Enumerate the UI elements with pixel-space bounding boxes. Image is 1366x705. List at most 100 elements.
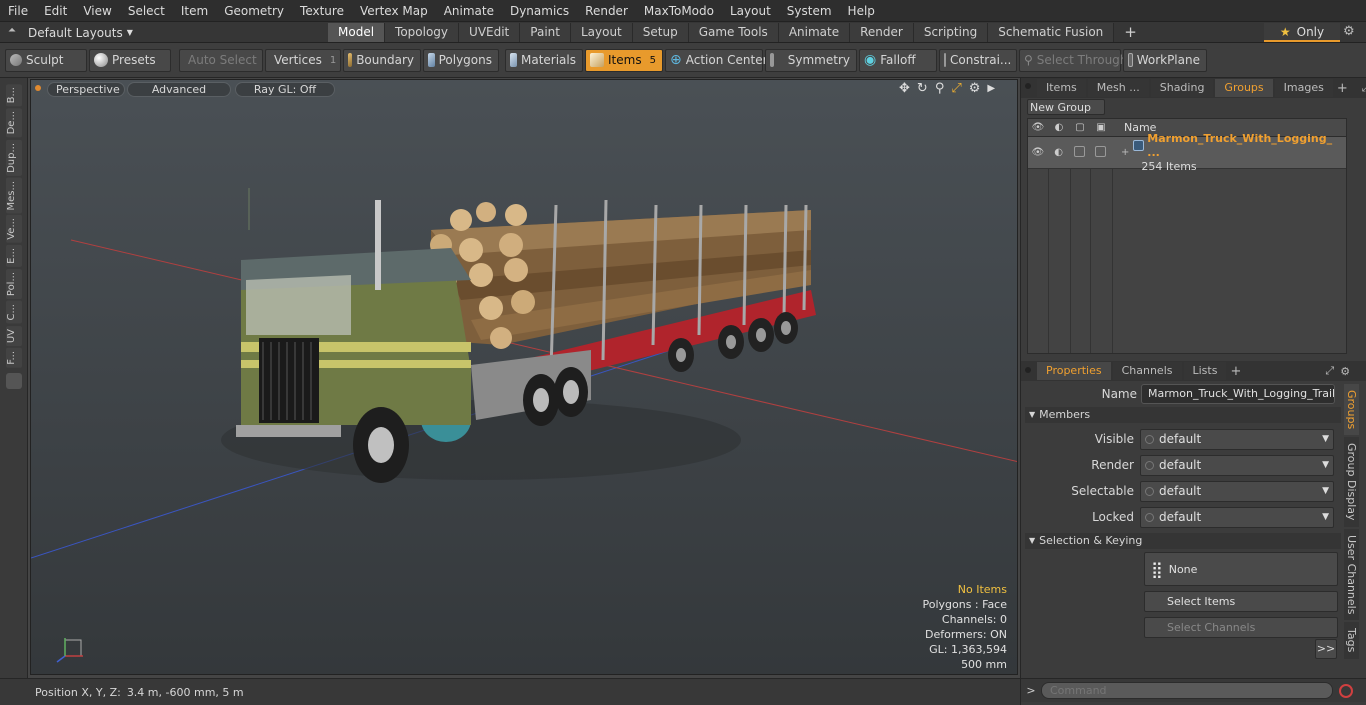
move-view-icon[interactable]: ✥ <box>899 81 910 96</box>
menu-vertex-map[interactable]: Vertex Map <box>352 0 436 22</box>
perspective-button[interactable]: Perspective <box>47 82 125 97</box>
expand-icon[interactable]: + <box>1121 147 1129 158</box>
menu-select[interactable]: Select <box>120 0 173 22</box>
materials-button[interactable]: Materials <box>505 48 583 72</box>
tab-lists[interactable]: Lists <box>1183 362 1227 380</box>
selection-keying-section[interactable]: ▼ Selection & Keying <box>1025 533 1341 549</box>
polygons-button[interactable]: Polygons <box>423 48 499 72</box>
select-through-button[interactable]: ⚲ Select Through <box>1019 48 1127 72</box>
constraints-button[interactable]: Constrai... <box>939 48 1017 72</box>
action-center-button[interactable]: ⊕ Action Center <box>665 48 768 72</box>
layouts-dropdown[interactable]: Default Layouts ▼ <box>28 23 133 42</box>
side-tab-group-display[interactable]: Group Display <box>1344 437 1359 527</box>
menu-file[interactable]: File <box>0 0 36 22</box>
strip-tab-3[interactable]: Dup... <box>5 139 22 176</box>
items-button[interactable]: Items 5 <box>585 48 663 72</box>
strip-toggle-button[interactable] <box>5 373 22 390</box>
only-toggle[interactable]: ★ Only <box>1264 23 1340 42</box>
tab-images[interactable]: Images <box>1274 79 1333 97</box>
panel-menu-dot[interactable] <box>1025 83 1031 89</box>
menu-animate[interactable]: Animate <box>436 0 502 22</box>
add-properties-tab-button[interactable]: + <box>1230 364 1241 379</box>
3d-viewport[interactable]: Perspective Advanced Ray GL: Off ✥ ↻ ⚲ ⤢… <box>30 79 1018 675</box>
tab-groups[interactable]: Groups <box>1215 79 1273 97</box>
viewport-settings-icon[interactable]: ⚙ <box>969 81 981 96</box>
name-field[interactable]: Marmon_Truck_With_Logging_Trailer ( <box>1141 384 1335 404</box>
gear-icon[interactable]: ⚙ <box>1343 24 1355 39</box>
collapse-icon[interactable]: ⏶ <box>8 25 16 36</box>
vertices-button[interactable]: Vertices 1 <box>265 48 341 72</box>
strip-tab-9[interactable]: UV <box>5 325 22 346</box>
menu-edit[interactable]: Edit <box>36 0 75 22</box>
select-channels-button[interactable]: Select Channels <box>1144 616 1338 638</box>
strip-tab-8[interactable]: C... <box>5 300 22 324</box>
record-icon[interactable] <box>1339 683 1353 698</box>
menu-render[interactable]: Render <box>577 0 636 22</box>
new-group-button[interactable]: New Group <box>1027 99 1105 115</box>
sculpt-button[interactable]: Sculpt <box>5 48 87 72</box>
menu-dynamics[interactable]: Dynamics <box>502 0 577 22</box>
menu-item[interactable]: Item <box>173 0 216 22</box>
tab-animate[interactable]: Animate <box>778 23 851 42</box>
fit-view-icon[interactable]: ⤢ <box>951 81 961 96</box>
auto-select-button[interactable]: Auto Select <box>179 48 263 72</box>
render-dropdown[interactable]: default ▼ <box>1140 454 1334 476</box>
render-column-icon[interactable]: ◐ <box>1048 122 1070 133</box>
menu-layout[interactable]: Layout <box>722 0 779 22</box>
properties-menu-dot[interactable] <box>1025 367 1031 373</box>
menu-maxtomodo[interactable]: MaxToModo <box>636 0 722 22</box>
strip-tab-6[interactable]: E... <box>5 245 22 267</box>
tab-uvedit[interactable]: UVEdit <box>459 23 521 42</box>
group-render-icon[interactable]: ◐ <box>1048 147 1070 158</box>
tab-items[interactable]: Items <box>1037 79 1086 97</box>
rotate-view-icon[interactable]: ↻ <box>917 81 928 96</box>
strip-tab-5[interactable]: Ve... <box>5 215 22 244</box>
strip-tab-7[interactable]: Pol... <box>5 268 22 299</box>
locked-dropdown[interactable]: default ▼ <box>1140 506 1334 528</box>
tab-paint[interactable]: Paint <box>520 23 571 42</box>
add-layout-tab-button[interactable]: + <box>1114 23 1147 42</box>
group-visible-icon[interactable]: 👁 <box>1028 147 1048 158</box>
tab-game-tools[interactable]: Game Tools <box>688 23 779 42</box>
tab-scripting[interactable]: Scripting <box>913 23 989 42</box>
strip-tab-1[interactable]: B... <box>5 84 22 107</box>
strip-tab-10[interactable]: F... <box>5 347 22 368</box>
tab-topology[interactable]: Topology <box>385 23 460 42</box>
tab-render[interactable]: Render <box>850 23 914 42</box>
tab-setup[interactable]: Setup <box>632 23 689 42</box>
tab-model[interactable]: Model <box>328 23 386 42</box>
menu-system[interactable]: System <box>779 0 840 22</box>
advanced-button[interactable]: Advanced <box>127 82 231 97</box>
falloff-button[interactable]: ◉ Falloff <box>859 48 937 72</box>
more-button[interactable]: >> <box>1315 639 1337 659</box>
menu-help[interactable]: Help <box>840 0 883 22</box>
menu-geometry[interactable]: Geometry <box>216 0 292 22</box>
keying-none-button[interactable]: ⣿ None <box>1144 552 1338 586</box>
tab-layout[interactable]: Layout <box>570 23 633 42</box>
zoom-view-icon[interactable]: ⚲ <box>935 81 945 96</box>
members-section[interactable]: ▼ Members <box>1025 407 1341 423</box>
raygl-button[interactable]: Ray GL: Off <box>235 82 335 97</box>
menu-texture[interactable]: Texture <box>292 0 352 22</box>
workplane-button[interactable]: WorkPlane <box>1123 48 1207 72</box>
tab-schematic-fusion[interactable]: Schematic Fusion <box>988 23 1115 42</box>
side-tab-groups[interactable]: Groups <box>1344 384 1359 436</box>
group-row[interactable]: 👁 ◐ + Marmon_Truck_With_Logging_ ... 254… <box>1028 132 1346 173</box>
menu-view[interactable]: View <box>75 0 119 22</box>
tab-properties[interactable]: Properties <box>1037 362 1111 380</box>
select-column-icon[interactable]: ▣ <box>1090 122 1112 133</box>
properties-gear-icon[interactable]: ⚙ <box>1340 365 1350 378</box>
group-lock-checkbox[interactable] <box>1070 145 1090 160</box>
boundary-button[interactable]: Boundary <box>343 48 421 72</box>
strip-tab-2[interactable]: De... <box>5 108 22 138</box>
visibility-column-icon[interactable]: 👁 <box>1028 122 1048 133</box>
selectable-dropdown[interactable]: default ▼ <box>1140 480 1334 502</box>
properties-maximize-icon[interactable]: ⤢ <box>1325 364 1334 378</box>
side-tab-user-channels[interactable]: User Channels <box>1344 528 1359 621</box>
lock-column-icon[interactable]: ▢ <box>1070 122 1090 133</box>
side-tab-tags[interactable]: Tags <box>1344 622 1359 659</box>
viewport-expand-icon[interactable]: ▶ <box>987 83 995 94</box>
presets-button[interactable]: Presets <box>89 48 171 72</box>
tab-mesh[interactable]: Mesh ... <box>1087 79 1149 97</box>
tab-shading[interactable]: Shading <box>1150 79 1214 97</box>
